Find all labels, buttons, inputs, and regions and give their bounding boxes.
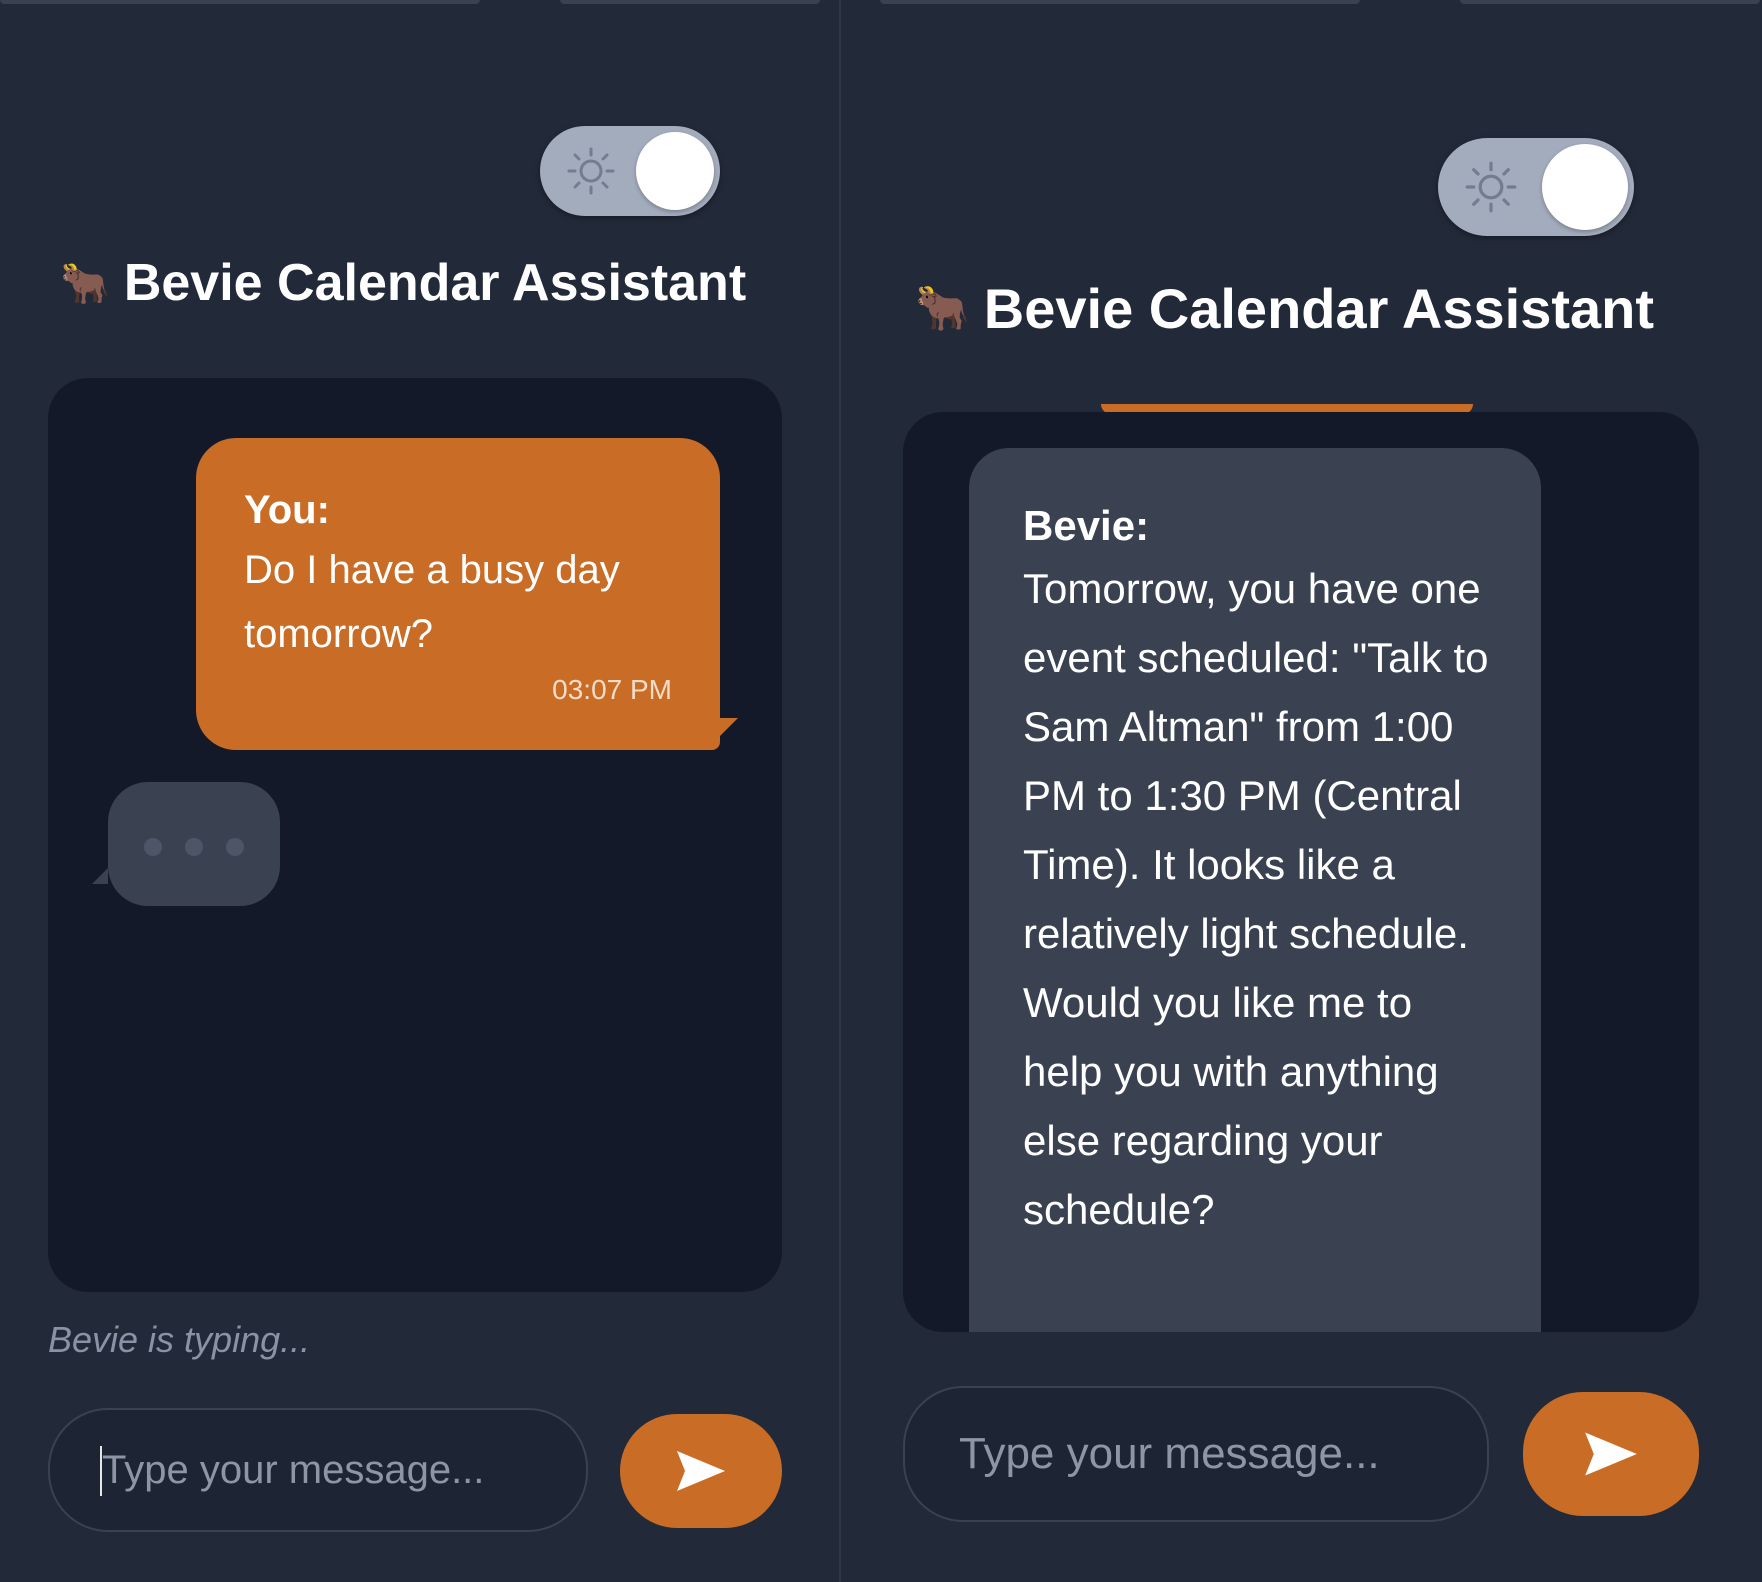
sun-icon	[1465, 161, 1517, 213]
text-caret	[100, 1446, 102, 1496]
send-arrow-icon	[1585, 1432, 1637, 1476]
page-title-text: Bevie Calendar Assistant	[983, 276, 1654, 340]
message-input[interactable]	[48, 1408, 588, 1532]
page-title: 🐂 Bevie Calendar Assistant	[60, 250, 746, 316]
chat-window[interactable]: Bevie: Tomorrow, you have one event sche…	[903, 412, 1699, 1332]
message-timestamp: 03:07 PM	[552, 674, 672, 705]
bot-message-bubble: Bevie: Tomorrow, you have one event sche…	[969, 448, 1541, 1332]
ox-icon: 🐂	[915, 284, 970, 333]
typing-dot	[185, 838, 203, 856]
ox-icon: 🐂	[60, 261, 110, 306]
message-input[interactable]	[903, 1386, 1489, 1522]
page-title: 🐂 Bevie Calendar Assistant	[915, 272, 1654, 344]
toggle-knob	[636, 132, 714, 210]
sun-icon	[567, 147, 615, 195]
page-title-text: Bevie Calendar Assistant	[123, 254, 747, 312]
send-button[interactable]	[1523, 1392, 1699, 1516]
theme-toggle[interactable]	[1438, 138, 1634, 236]
toggle-knob	[1542, 144, 1628, 230]
right-panel: 🐂 Bevie Calendar Assistant Bevie: Tomorr…	[841, 0, 1762, 1582]
send-arrow-icon	[677, 1451, 725, 1491]
typing-dot	[226, 838, 244, 856]
bubble-tail	[92, 868, 108, 884]
message-sender: Bevie:	[1023, 502, 1150, 549]
typing-indicator	[108, 782, 280, 906]
message-text: Tomorrow, you have one event scheduled: …	[1023, 565, 1489, 1233]
message-sender: You:	[244, 488, 330, 532]
chat-window[interactable]: You: Do I have a busy day tomorrow? 03:0…	[48, 378, 782, 1292]
send-button[interactable]	[620, 1414, 782, 1528]
message-text: Do I have a busy day tomorrow?	[244, 548, 620, 656]
typing-dot	[144, 838, 162, 856]
theme-toggle[interactable]	[540, 126, 720, 216]
user-message-bubble: You: Do I have a busy day tomorrow? 03:0…	[196, 438, 738, 750]
left-panel: 🐂 Bevie Calendar Assistant You: Do I hav…	[0, 0, 839, 1582]
app-screen: 🐂 Bevie Calendar Assistant You: Do I hav…	[0, 0, 1762, 1582]
typing-status: Bevie is typing...	[48, 1319, 311, 1360]
bubble-tail	[720, 718, 738, 736]
